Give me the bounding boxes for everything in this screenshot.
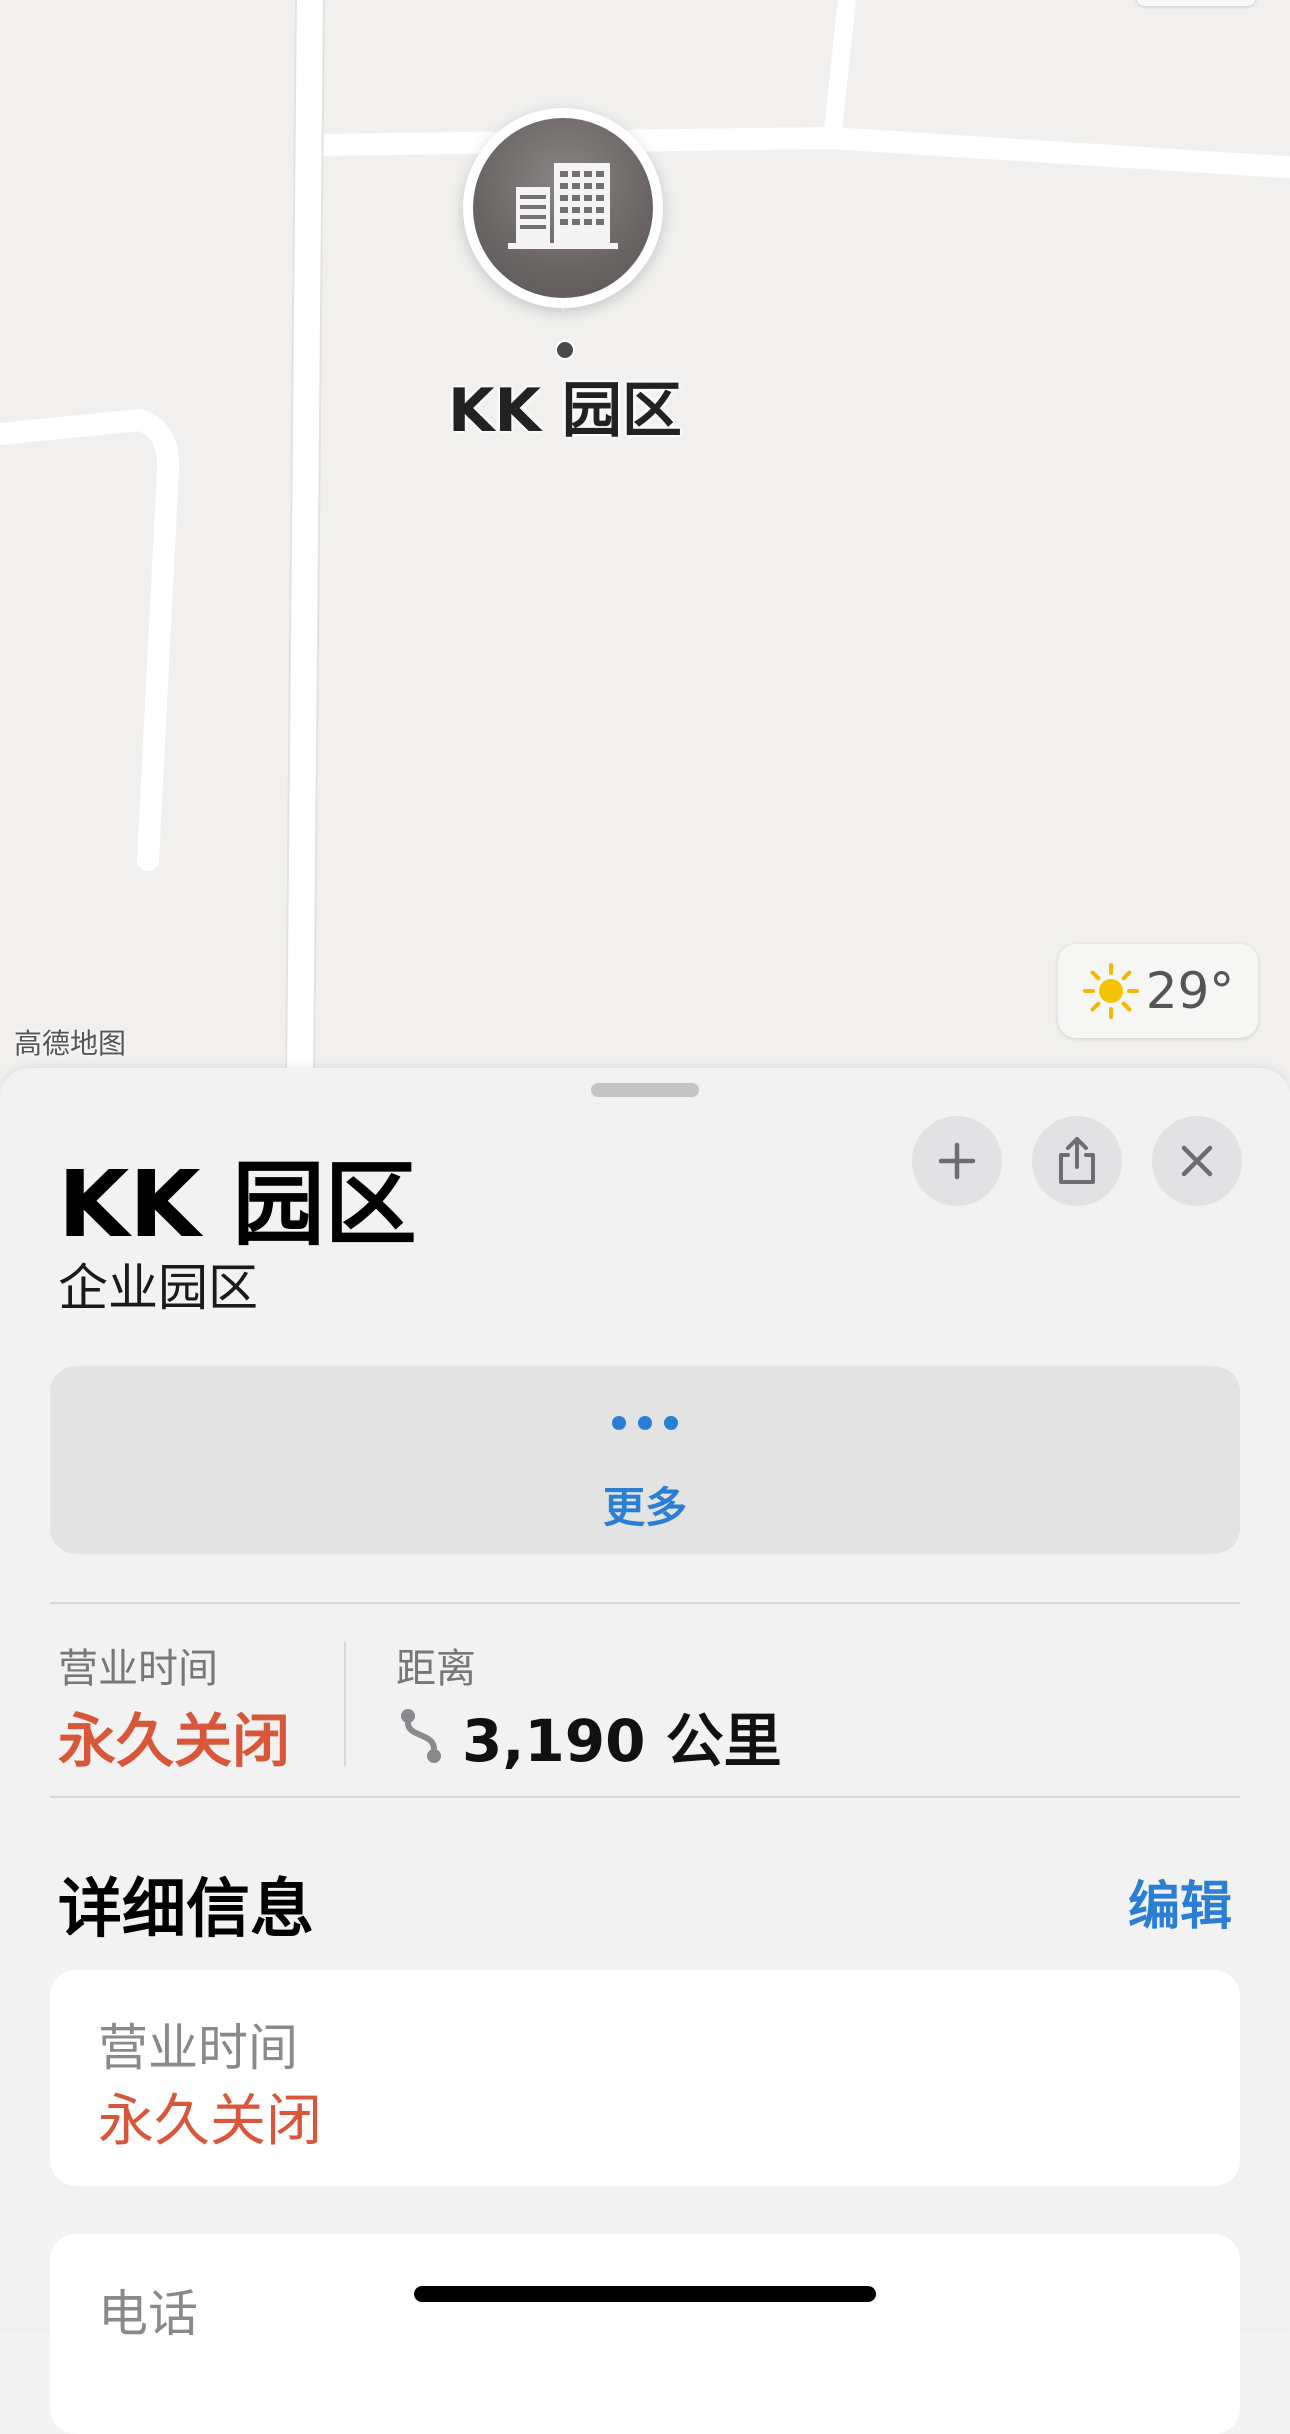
- distance-label: 距离: [396, 1646, 476, 1692]
- ellipsis-icon: [50, 1416, 1240, 1430]
- summary-separator: [344, 1642, 346, 1766]
- more-label: 更多: [602, 1483, 687, 1532]
- share-icon: [1059, 1137, 1095, 1184]
- map-view[interactable]: KK 园区 高德地图 29°: [0, 0, 1290, 1080]
- map-attribution: 高德地图: [14, 1027, 127, 1060]
- map-pin-label[interactable]: KK 园区: [430, 362, 700, 449]
- more-button[interactable]: 更多: [50, 1366, 1240, 1554]
- close-button[interactable]: [1152, 1116, 1242, 1206]
- divider: [50, 1602, 1240, 1604]
- details-section-title: 详细信息: [58, 1873, 314, 1947]
- home-indicator[interactable]: [414, 2286, 876, 2302]
- weather-badge: 29°: [1058, 944, 1258, 1038]
- hours-summary-value[interactable]: 永久关闭: [58, 1694, 290, 1778]
- place-category: 企业园区: [58, 1259, 258, 1317]
- pin-location-dot: [555, 340, 575, 360]
- sheet-grabber[interactable]: [591, 1083, 699, 1097]
- phone-card[interactable]: 电话: [50, 2234, 1240, 2434]
- hours-summary-label: 营业时间: [58, 1646, 218, 1692]
- route-icon: [401, 1709, 441, 1763]
- share-button[interactable]: [1032, 1116, 1122, 1206]
- place-detail-sheet[interactable]: KK 园区 企业园区 更多 营业时间 永久关闭 距离 3,190 公里 详细信息…: [0, 1068, 1290, 2434]
- weather-temperature: 29°: [1145, 962, 1235, 1020]
- map-control-edge: [1136, 0, 1256, 6]
- place-pin[interactable]: [463, 108, 663, 360]
- distance-row[interactable]: 3,190 公里: [398, 1694, 782, 1778]
- place-title: KK 园区: [58, 1151, 417, 1258]
- hours-card-value: 永久关闭: [98, 2089, 322, 2154]
- plus-icon: [938, 1142, 976, 1180]
- close-icon: [1181, 1145, 1213, 1177]
- hours-card[interactable]: 营业时间 永久关闭: [50, 1970, 1240, 2186]
- divider: [50, 1796, 1240, 1798]
- building-icon: [508, 163, 618, 249]
- hours-card-label: 营业时间: [98, 2019, 298, 2077]
- edit-button[interactable]: 编辑: [1128, 1864, 1232, 1939]
- sun-icon: [1082, 963, 1139, 1019]
- phone-label: 电话: [98, 2285, 198, 2343]
- distance-value: 3,190 公里: [462, 1707, 782, 1775]
- add-button[interactable]: [912, 1116, 1002, 1206]
